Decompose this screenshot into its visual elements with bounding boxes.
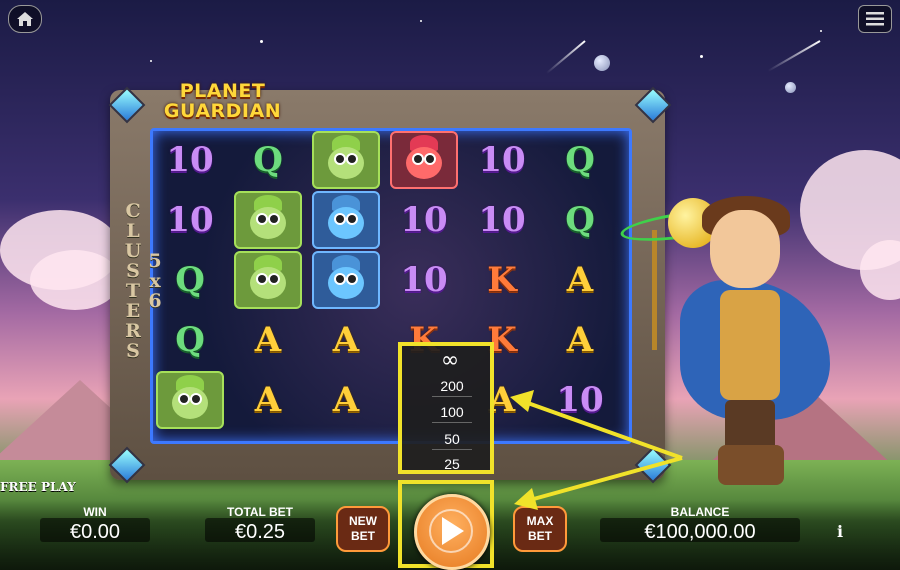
arrow-head-spin	[514, 488, 538, 510]
arrow-head-autoplay	[510, 390, 534, 412]
arrow-to-autoplay	[524, 400, 683, 460]
annotation-arrows	[510, 390, 683, 510]
arrow-to-spin	[529, 456, 683, 502]
